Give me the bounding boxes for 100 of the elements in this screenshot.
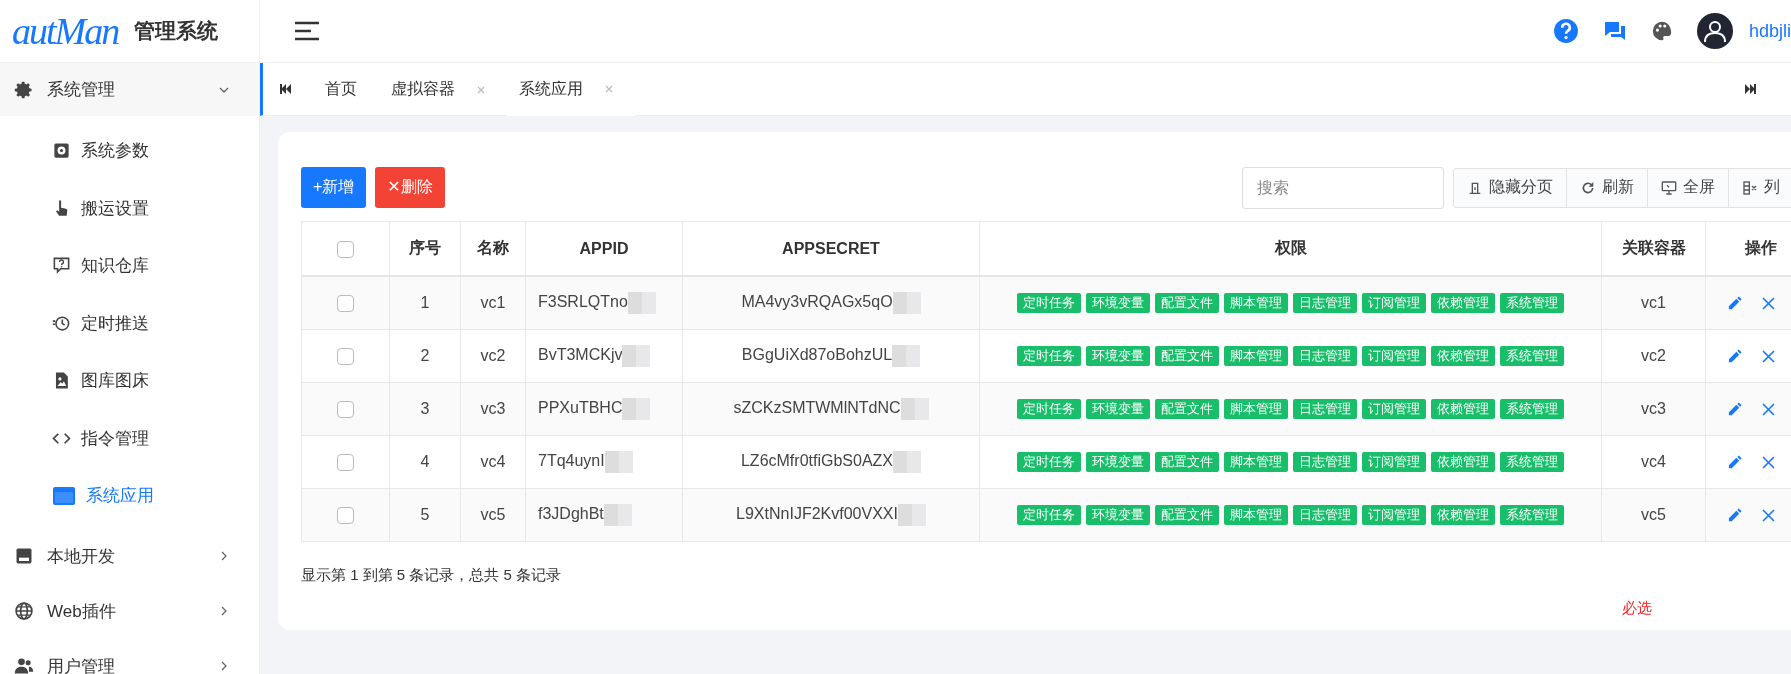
permission-tag: 日志管理 bbox=[1293, 346, 1357, 366]
table-cell: 7Tq4uynI bbox=[538, 452, 605, 470]
sidebar-item[interactable]: 本地开发 bbox=[0, 528, 259, 584]
sidebar-item[interactable]: 系统参数 bbox=[0, 122, 259, 180]
clock-icon bbox=[52, 313, 71, 333]
close-icon[interactable] bbox=[1762, 455, 1775, 469]
blur-mosaic bbox=[622, 345, 651, 367]
avatar-icon[interactable] bbox=[1696, 13, 1733, 49]
row-checkbox[interactable] bbox=[337, 454, 354, 472]
sidebar-item[interactable]: 指令管理 bbox=[0, 409, 259, 467]
logo-text: autMan bbox=[12, 9, 119, 53]
permission-tag: 配置文件 bbox=[1155, 399, 1219, 419]
row-checkbox[interactable] bbox=[337, 401, 354, 419]
blur-mosaic bbox=[900, 398, 929, 420]
table-cell: vc5 bbox=[1641, 506, 1666, 523]
permission-tag: 配置文件 bbox=[1155, 452, 1219, 472]
column-header: 权限 bbox=[1274, 239, 1307, 256]
permission-tag: 系统管理 bbox=[1500, 505, 1564, 525]
toolbar-button[interactable]: 刷新 bbox=[1567, 168, 1648, 207]
permission-tag: 脚本管理 bbox=[1224, 346, 1288, 366]
permission-tag: 依赖管理 bbox=[1431, 452, 1495, 472]
permission-tag: 环境变量 bbox=[1086, 346, 1150, 366]
permission-tag: 订阅管理 bbox=[1362, 452, 1426, 472]
table-cell: 3 bbox=[420, 400, 430, 417]
row-checkbox[interactable] bbox=[337, 507, 354, 525]
permission-tag: 依赖管理 bbox=[1431, 399, 1495, 419]
chat-icon[interactable] bbox=[1602, 19, 1627, 43]
sidebar-item[interactable]: 用户管理 bbox=[0, 638, 259, 674]
toolbar-button[interactable]: 隐藏分页 bbox=[1454, 168, 1567, 207]
permission-tag: 系统管理 bbox=[1500, 399, 1564, 419]
pencil-icon[interactable] bbox=[1727, 454, 1742, 470]
permission-tag: 系统管理 bbox=[1500, 346, 1564, 366]
pencil-icon[interactable] bbox=[1727, 401, 1742, 417]
sidebar-item[interactable]: 系统应用 bbox=[0, 467, 259, 525]
blur-mosaic bbox=[893, 451, 921, 473]
sidebar-item[interactable]: 定时推送 bbox=[0, 294, 259, 352]
permission-tag: 环境变量 bbox=[1086, 452, 1150, 472]
column-header: 名称 bbox=[477, 239, 509, 256]
permission-tag: 订阅管理 bbox=[1362, 505, 1426, 525]
column-header: 操作 bbox=[1744, 239, 1777, 256]
column-header: 序号 bbox=[409, 239, 441, 256]
pencil-icon[interactable] bbox=[1727, 295, 1742, 311]
table-cell: MA4vy3vRQAGx5qO bbox=[741, 293, 893, 311]
permission-tag: 脚本管理 bbox=[1224, 505, 1288, 525]
table-cell: 1 bbox=[420, 294, 430, 311]
delete-button[interactable]: ✕删除 bbox=[375, 167, 445, 208]
sidebar-item[interactable]: 搬运设置 bbox=[0, 179, 259, 237]
skip-forward-icon[interactable] bbox=[1745, 83, 1757, 95]
table-cell: 4 bbox=[420, 453, 430, 470]
close-icon[interactable] bbox=[1762, 296, 1775, 310]
toolbar-button[interactable]: 全屏 bbox=[1648, 168, 1729, 207]
menu-icon[interactable] bbox=[294, 20, 320, 42]
permission-tag: 订阅管理 bbox=[1362, 293, 1426, 313]
annotation-text: 必选 bbox=[1622, 599, 1652, 618]
help-icon[interactable] bbox=[1552, 18, 1579, 44]
search-field[interactable]: 搜索 bbox=[1242, 166, 1444, 209]
permission-tag: 环境变量 bbox=[1086, 399, 1150, 419]
username-link[interactable]: hdbjli bbox=[1748, 20, 1791, 42]
palette-icon[interactable] bbox=[1650, 20, 1673, 42]
row-checkbox[interactable] bbox=[337, 348, 354, 366]
permission-tag: 定时任务 bbox=[1017, 505, 1081, 525]
permission-tag: 环境变量 bbox=[1086, 505, 1150, 525]
tab[interactable]: 虚拟容器 bbox=[379, 63, 507, 116]
sidebar-item[interactable]: 图库图床 bbox=[0, 352, 259, 410]
table-cell: F3SRLQTno bbox=[538, 293, 628, 311]
column-header: APPSECRET bbox=[782, 239, 880, 257]
close-icon[interactable] bbox=[1762, 508, 1775, 522]
select-all-checkbox[interactable] bbox=[337, 240, 354, 258]
table-cell: vc2 bbox=[480, 347, 506, 364]
sidebar-item[interactable]: 知识仓库 bbox=[0, 237, 259, 295]
permission-tag: 日志管理 bbox=[1293, 505, 1357, 525]
sidebar-item[interactable]: Web插件 bbox=[0, 583, 259, 639]
pagination-summary: 显示第 1 到第 5 条记录，总共 5 条记录 bbox=[301, 566, 563, 585]
table-cell: f3JDghBt bbox=[538, 505, 604, 523]
blur-mosaic bbox=[892, 292, 921, 314]
permission-tag: 脚本管理 bbox=[1224, 399, 1288, 419]
pencil-icon[interactable] bbox=[1727, 348, 1742, 364]
table-cell: vc1 bbox=[480, 294, 506, 311]
sidebar-item[interactable]: 系统管理 bbox=[0, 63, 259, 116]
row-checkbox[interactable] bbox=[337, 295, 354, 313]
pencil-icon[interactable] bbox=[1727, 507, 1742, 523]
users-icon bbox=[14, 656, 34, 674]
close-icon[interactable] bbox=[1762, 402, 1775, 416]
add-button[interactable]: +新增 bbox=[301, 167, 367, 208]
toolbar-button[interactable]: 列 bbox=[1729, 168, 1791, 207]
permission-tag: 定时任务 bbox=[1017, 399, 1081, 419]
tab[interactable]: 首页 bbox=[313, 63, 379, 116]
table-cell: vc4 bbox=[1641, 453, 1666, 470]
permission-tag: 依赖管理 bbox=[1431, 346, 1495, 366]
close-icon[interactable] bbox=[1762, 349, 1775, 363]
permission-tag: 依赖管理 bbox=[1431, 293, 1495, 313]
gear-icon bbox=[14, 79, 34, 100]
skip-back-icon[interactable] bbox=[279, 83, 291, 95]
blur-mosaic bbox=[892, 345, 921, 367]
permission-tag: 配置文件 bbox=[1155, 505, 1219, 525]
question-bubble-icon bbox=[52, 256, 71, 276]
permission-tag: 环境变量 bbox=[1086, 293, 1150, 313]
blur-mosaic bbox=[897, 504, 926, 526]
table-cell: BGgUiXd87oBohzUL bbox=[741, 346, 893, 364]
table-cell: vc1 bbox=[1641, 294, 1666, 311]
